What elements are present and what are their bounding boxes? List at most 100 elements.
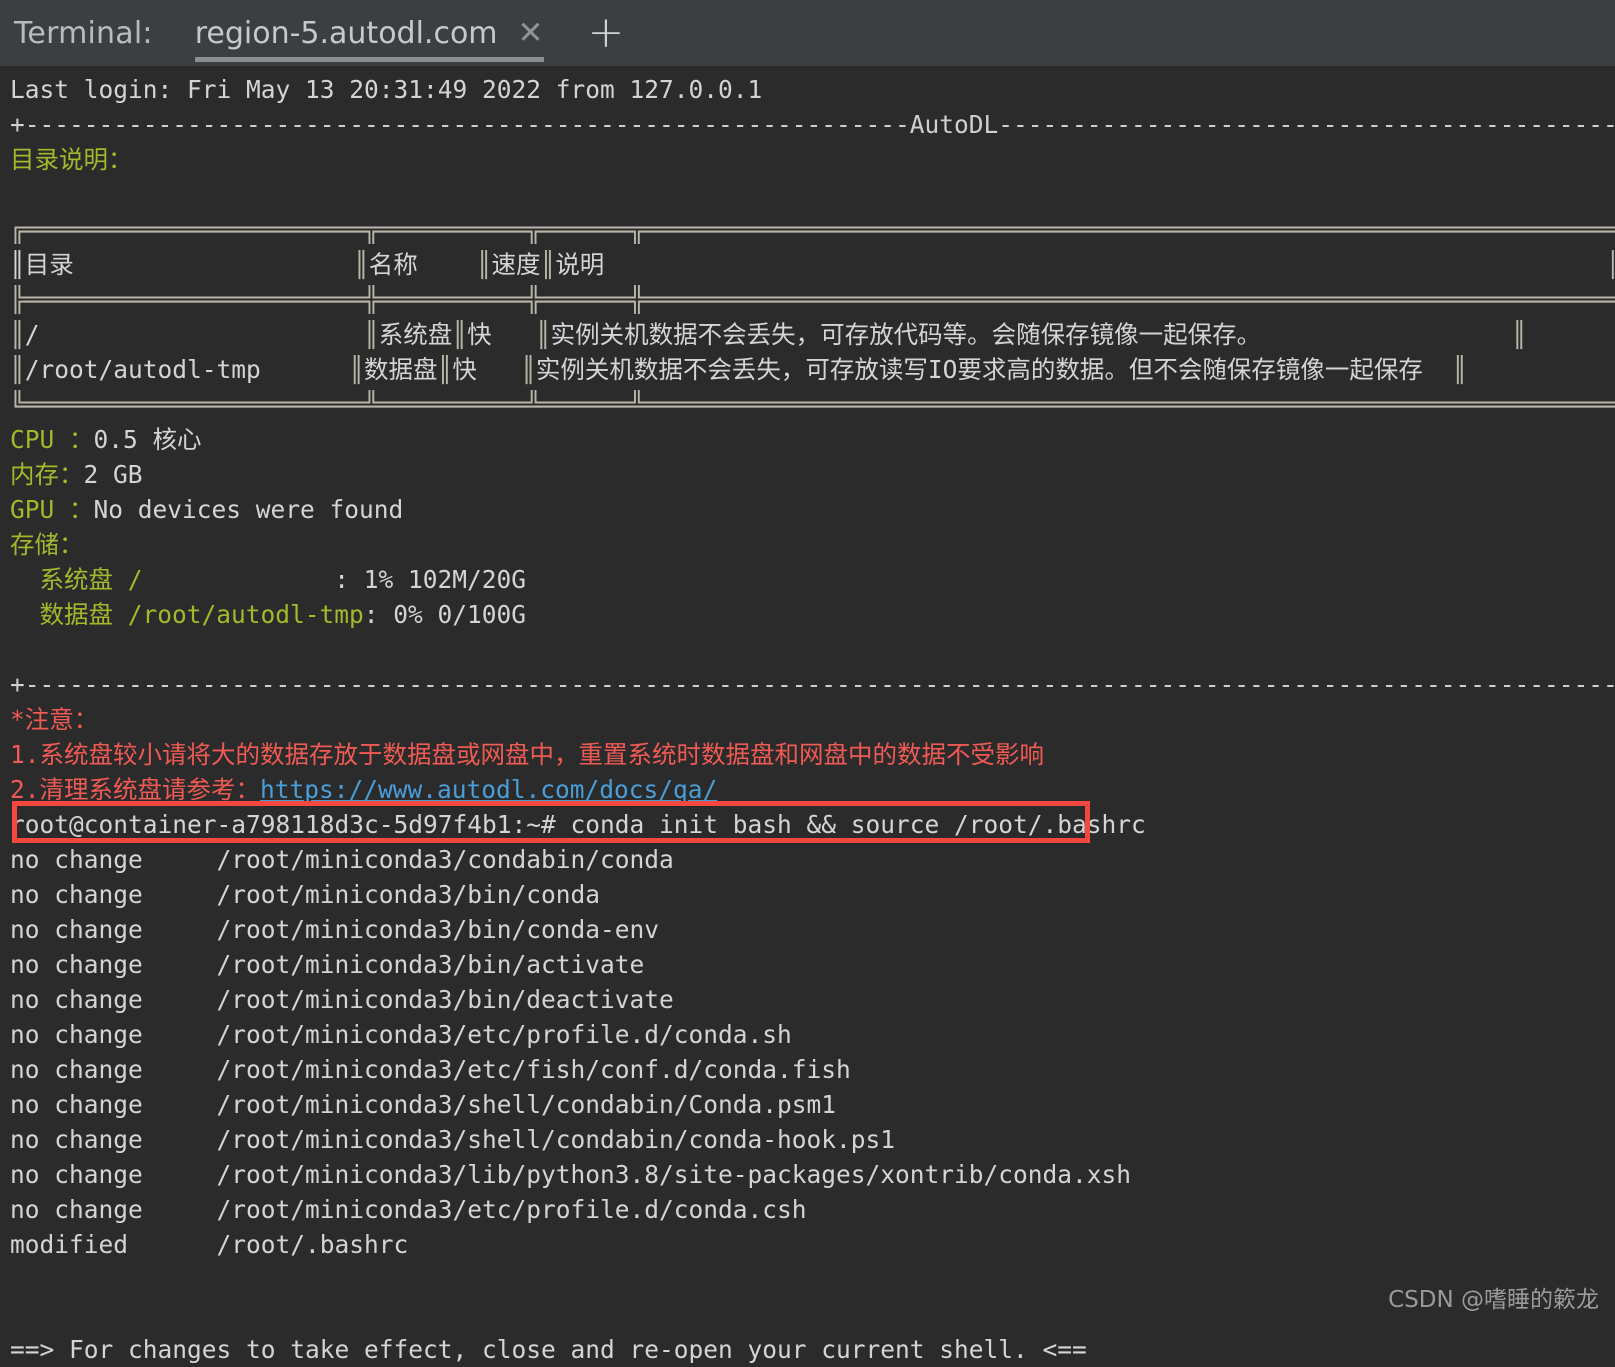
conda-path: /root/miniconda3/bin/conda xyxy=(216,880,601,909)
table-col-sep: ║ xyxy=(1422,355,1468,384)
conda-output-row: no change /root/miniconda3/bin/conda-env xyxy=(0,912,1615,947)
conda-gap xyxy=(143,880,217,909)
terminal-output-area[interactable]: Last login: Fri May 13 20:31:49 2022 fro… xyxy=(0,66,1615,1364)
prompt-user-host: root@container-a798118d3c-5d97f4b1:~# xyxy=(10,810,571,839)
prompt-command: conda init bash && source /root/.bashrc xyxy=(570,810,1146,839)
banner-top-line: +---------------------------------------… xyxy=(10,110,1615,139)
table-cell-desc: 实例关机数据不会丢失，可存放读写IO要求高的数据。但不会随保存镜像一起保存 xyxy=(535,355,1423,384)
table-row: ║/ ║系统盘║快 ║实例关机数据不会丢失，可存放代码等。会随保存镜像一起保存。… xyxy=(0,317,1615,352)
conda-path: /root/miniconda3/lib/python3.8/site-pack… xyxy=(216,1160,1132,1189)
conda-output-row: no change /root/miniconda3/bin/conda xyxy=(0,877,1615,912)
spec-memory-value: 2 GB xyxy=(83,460,143,489)
conda-output-row: no change /root/miniconda3/bin/deactivat… xyxy=(0,982,1615,1017)
conda-path: /root/miniconda3/etc/profile.d/conda.sh xyxy=(216,1020,792,1049)
spec-memory: 内存：2 GB xyxy=(0,457,1615,492)
conda-gap xyxy=(128,1230,217,1259)
final-message: ==> For changes to take effect, close an… xyxy=(10,1335,1087,1364)
storage-system-disk: 系统盘 / : 1% 102M/20G xyxy=(0,562,1615,597)
table-cell-name: 系统盘 xyxy=(378,320,453,349)
spec-cpu-label: CPU ： xyxy=(10,425,94,454)
conda-path: /root/miniconda3/etc/fish/conf.d/conda.f… xyxy=(216,1055,851,1084)
plus-icon[interactable]: + xyxy=(588,11,625,55)
table-cell-speed: 快 xyxy=(452,355,477,384)
conda-output-row: no change /root/miniconda3/bin/activate xyxy=(0,947,1615,982)
table-col-sep: ║ xyxy=(604,250,1615,279)
table-col-sep: ║ xyxy=(491,320,551,349)
spec-memory-label: 内存： xyxy=(10,460,84,489)
table-top-border: ╔═══════════════════════╦══════════╦════… xyxy=(10,215,1615,244)
storage-data-value: 0% 0/100G xyxy=(393,600,527,629)
conda-gap xyxy=(143,985,217,1014)
conda-gap xyxy=(143,1055,217,1084)
conda-output-row: no change /root/miniconda3/lib/python3.8… xyxy=(0,1157,1615,1192)
conda-path: /root/.bashrc xyxy=(216,1230,409,1259)
table-col-sep: ║ xyxy=(39,320,379,349)
table-header-separator: ╠═══════════════════════╬══════════╬════… xyxy=(10,285,1615,314)
spec-gpu: GPU ：No devices were found xyxy=(0,492,1615,527)
conda-path: /root/miniconda3/shell/condabin/conda-ho… xyxy=(216,1125,896,1154)
directory-heading: 目录说明： xyxy=(10,145,133,174)
terminal-tab-bar: Terminal: region-5.autodl.com ✕ + xyxy=(0,0,1615,66)
tab-label: region-5.autodl.com xyxy=(194,15,498,51)
command-prompt-line[interactable]: root@container-a798118d3c-5d97f4b1:~# co… xyxy=(0,801,1615,843)
conda-path: /root/miniconda3/etc/profile.d/conda.csh xyxy=(216,1195,807,1224)
autodl-docs-link[interactable]: https://www.autodl.com/docs/qa/ xyxy=(260,775,717,804)
spec-cpu-value: 0.5 核心 xyxy=(93,425,202,454)
conda-status: no change xyxy=(10,985,143,1014)
table-cell-speed: 快 xyxy=(467,320,492,349)
conda-output-row: no change /root/miniconda3/shell/condabi… xyxy=(0,1087,1615,1122)
conda-output-row: modified /root/.bashrc xyxy=(0,1227,1615,1262)
table-header-row: ║目录 ║名称 ║速度║说明 ║ xyxy=(0,247,1615,282)
storage-sep: : xyxy=(334,565,364,594)
conda-output-row: no change /root/miniconda3/shell/condabi… xyxy=(0,1122,1615,1157)
table-header-cell: ║ xyxy=(10,250,25,279)
conda-status: no change xyxy=(10,915,143,944)
spec-storage-label: 存储： xyxy=(10,530,84,559)
table-cell-desc: 实例关机数据不会丢失，可存放代码等。会随保存镜像一起保存。 xyxy=(550,320,1262,349)
conda-status: no change xyxy=(10,1125,143,1154)
conda-path: /root/miniconda3/bin/activate xyxy=(216,950,645,979)
conda-gap xyxy=(143,915,217,944)
conda-status: no change xyxy=(10,880,143,909)
conda-gap xyxy=(143,1020,217,1049)
conda-gap xyxy=(143,1125,217,1154)
spec-gpu-value: No devices were found xyxy=(93,495,404,524)
table-col-sep: ║ xyxy=(10,320,25,349)
conda-gap xyxy=(143,845,217,874)
conda-path: /root/miniconda3/shell/condabin/Conda.ps… xyxy=(216,1090,837,1119)
storage-system-value: 1% 102M/20G xyxy=(363,565,527,594)
tool-window-title: Terminal: xyxy=(14,15,153,51)
conda-path: /root/miniconda3/bin/conda-env xyxy=(216,915,660,944)
storage-sep: : xyxy=(363,600,394,629)
table-col-sep: ║ xyxy=(540,250,556,279)
spec-cpu: CPU ：0.5 核心 xyxy=(0,422,1615,457)
table-col-sep: ║ xyxy=(73,250,369,279)
conda-status: no change xyxy=(10,1020,143,1049)
conda-status: no change xyxy=(10,950,143,979)
csdn-watermark: CSDN @嗜睡的簌龙 xyxy=(1388,1287,1599,1313)
table-header-name: 名称 xyxy=(368,250,418,279)
conda-status: no change xyxy=(10,1090,143,1119)
tab-region-5-autodl-com[interactable]: region-5.autodl.com ✕ xyxy=(194,0,544,66)
close-icon[interactable]: ✕ xyxy=(518,17,544,49)
conda-gap xyxy=(143,1195,217,1224)
conda-gap xyxy=(143,950,217,979)
table-header-desc: 说明 xyxy=(555,250,605,279)
conda-status: no change xyxy=(10,1055,143,1084)
last-login-line: Last login: Fri May 13 20:31:49 2022 fro… xyxy=(10,75,763,104)
conda-output-row: no change /root/miniconda3/etc/profile.d… xyxy=(0,1192,1615,1227)
table-cell-dir: /root/autodl-tmp xyxy=(24,355,261,384)
table-header-dir: 目录 xyxy=(24,250,74,279)
table-col-sep: ║ xyxy=(452,320,468,349)
conda-output-row: no change /root/miniconda3/etc/profile.d… xyxy=(0,1017,1615,1052)
storage-data-label: 数据盘 /root/autodl-tmp xyxy=(10,600,364,629)
storage-system-label: 系统盘 / xyxy=(10,565,143,594)
table-col-sep: ║ xyxy=(476,355,536,384)
storage-data-disk: 数据盘 /root/autodl-tmp: 0% 0/100G xyxy=(0,597,1615,632)
storage-pad xyxy=(143,565,335,594)
table-col-sep: ║ xyxy=(1261,320,1527,349)
